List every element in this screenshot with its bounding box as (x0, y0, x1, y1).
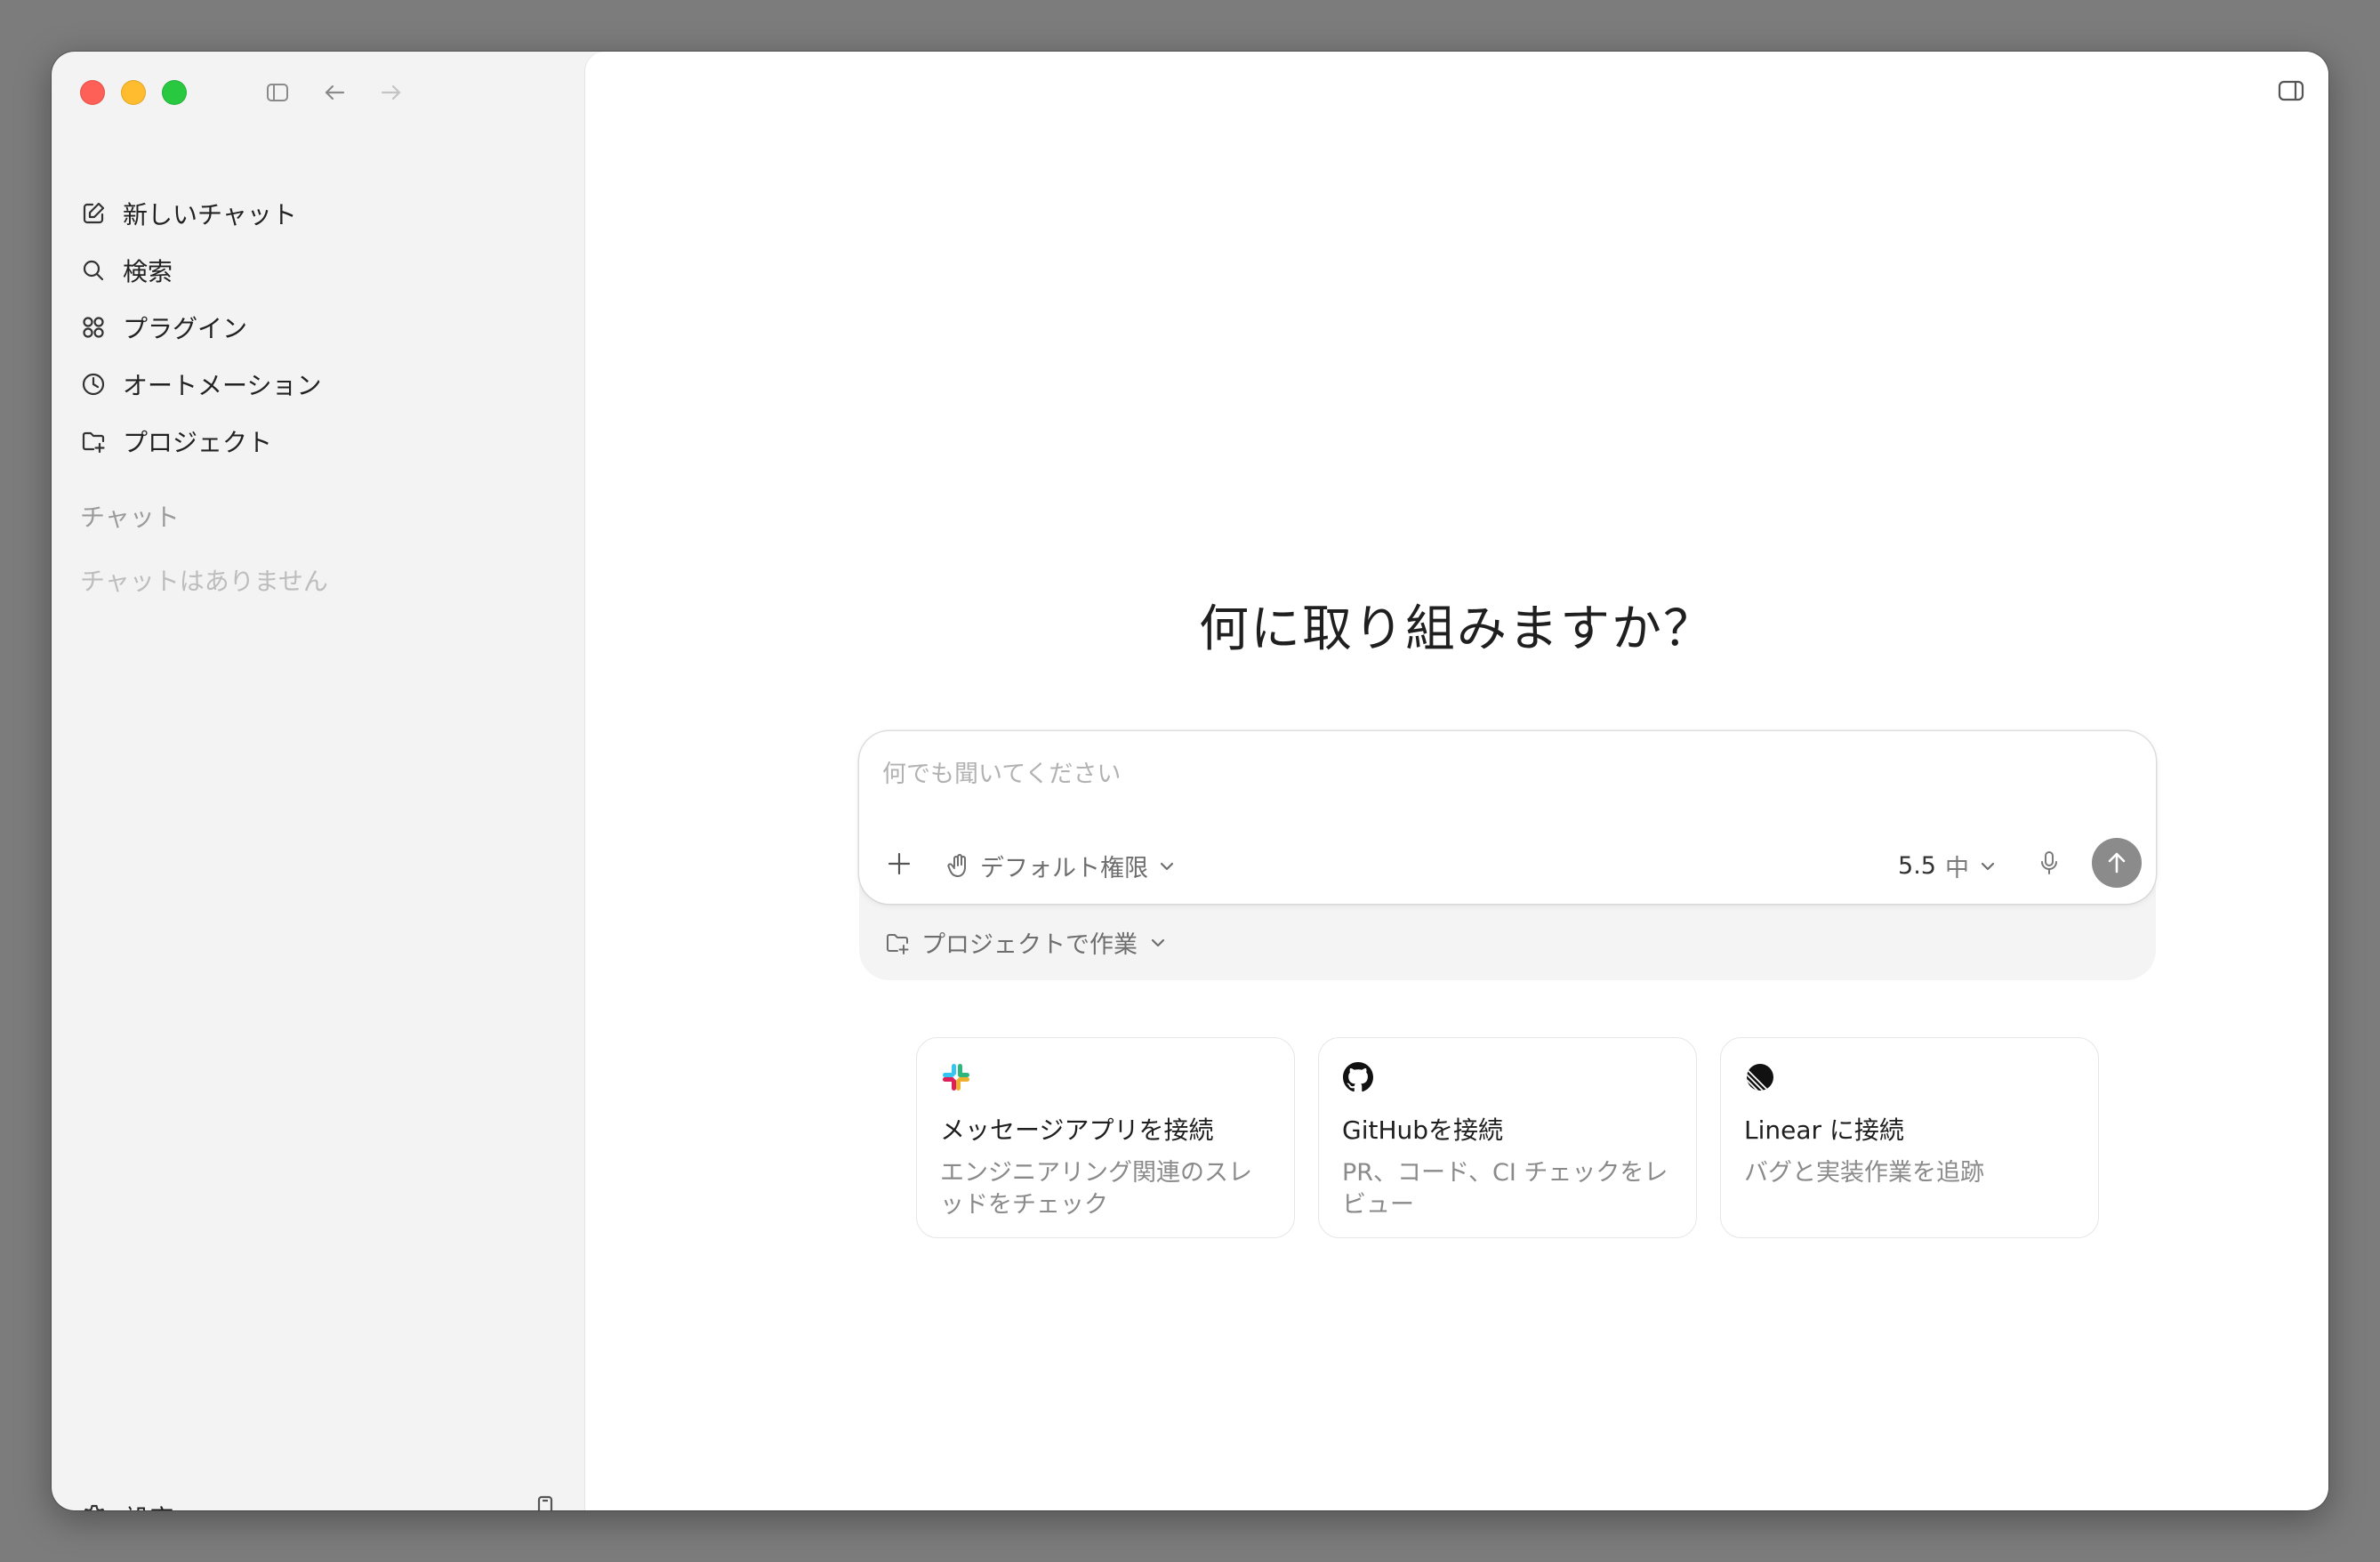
sidebar-nav: 新しいチャット 検索 プラグイン オートメーション プロジェクト (80, 185, 560, 470)
model-selector[interactable]: 5.5 中 (1898, 849, 1998, 883)
card-title: Linear に接続 (1744, 1115, 1904, 1145)
prompt-input[interactable]: 何でも聞いてください (882, 754, 1121, 789)
card-description: PR、コード、CI チェックをレビュー (1342, 1159, 1668, 1219)
right-panel-toggle-icon[interactable] (2277, 76, 2305, 109)
chats-section-label: チャット (80, 503, 180, 532)
chevron-down-icon (1160, 862, 1174, 870)
chevron-down-icon (1981, 862, 1995, 870)
project-label: プロジェクトで作業 (921, 931, 1138, 959)
page-title: 何に取り組みますか？ (1199, 600, 1715, 658)
settings-label: 設定 (125, 1500, 174, 1510)
sidebar-item-label: 新しいチャット (123, 200, 297, 229)
settings-button[interactable]: 設定 (80, 1500, 174, 1510)
composer-container: 何でも聞いてください デフォルト権限 5.5 中 プロジェクトで作業 (859, 731, 2156, 980)
gear-icon (84, 1504, 105, 1510)
microphone-icon (2041, 851, 2057, 874)
minimize-button[interactable] (121, 80, 146, 105)
grid-icon (83, 317, 104, 338)
search-icon (83, 260, 104, 281)
card-description: エンジニアリング関連のスレッドをチェック (940, 1159, 1252, 1219)
sidebar-item-label: プラグイン (123, 314, 248, 343)
suggestion-cards: メッセージアプリを接続 エンジニアリング関連のスレッドをチェック GitHubを… (916, 1037, 2099, 1238)
sidebar-item-projects[interactable]: プロジェクト (80, 413, 560, 470)
github-icon (1342, 1061, 1374, 1093)
project-dropdown[interactable]: プロジェクトで作業 (884, 925, 1168, 960)
effort-level: 中 (1945, 855, 1969, 882)
card-title: GitHubを接続 (1342, 1115, 1504, 1145)
connect-slack-card[interactable]: メッセージアプリを接続 エンジニアリング関連のスレッドをチェック (916, 1037, 1295, 1238)
card-description: バグと実装作業を追跡 (1744, 1159, 1984, 1187)
connect-linear-card[interactable]: Linear に接続 バグと実装作業を追跡 (1720, 1037, 2099, 1238)
sidebar-item-new-chat[interactable]: 新しいチャット (80, 185, 560, 242)
app-window: 新しいチャット 検索 プラグイン オートメーション プロジェクト チャット チャ… (52, 52, 2328, 1510)
folder-add-icon (887, 933, 909, 954)
permission-label: デフォルト権限 (980, 855, 1148, 882)
hand-icon (947, 853, 966, 877)
sidebar-item-automation[interactable]: オートメーション (80, 356, 560, 413)
back-arrow-icon[interactable] (318, 76, 350, 109)
arrow-up-icon (2108, 852, 2126, 874)
sidebar-item-label: オートメーション (123, 371, 322, 400)
model-version: 5.5 (1898, 852, 1936, 880)
sidebar-item-label: 検索 (123, 257, 173, 286)
slack-icon (940, 1061, 972, 1093)
plus-icon (888, 852, 911, 875)
main-panel: 何に取り組みますか？ 何でも聞いてください デフォルト権限 5.5 中 プロジェ… (585, 52, 2328, 1510)
permission-dropdown[interactable]: デフォルト権限 (946, 849, 1177, 883)
edit-icon (83, 202, 105, 224)
no-chats-label: チャットはありません (80, 567, 328, 596)
zoom-button[interactable] (162, 80, 187, 105)
phone-icon[interactable] (532, 1494, 559, 1510)
microphone-button[interactable] (2031, 845, 2067, 881)
clock-icon (82, 373, 105, 396)
sidebar-item-search[interactable]: 検索 (80, 242, 560, 299)
sidebar-item-plugins[interactable]: プラグイン (80, 299, 560, 356)
chevron-down-icon (1151, 938, 1165, 946)
folder-add-icon (82, 431, 105, 454)
window-controls (80, 80, 187, 105)
sidebar: 新しいチャット 検索 プラグイン オートメーション プロジェクト チャット チャ… (52, 52, 585, 1510)
card-title: メッセージアプリを接続 (940, 1115, 1214, 1145)
send-button[interactable] (2092, 838, 2142, 888)
close-button[interactable] (80, 80, 105, 105)
sidebar-toggle-icon[interactable] (261, 76, 293, 109)
forward-arrow-icon[interactable] (375, 76, 407, 109)
sidebar-item-label: プロジェクト (123, 428, 273, 457)
add-attachment-button[interactable] (880, 845, 918, 882)
linear-icon (1744, 1061, 1776, 1093)
connect-github-card[interactable]: GitHubを接続 PR、コード、CI チェックをレビュー (1318, 1037, 1697, 1238)
composer: 何でも聞いてください デフォルト権限 5.5 中 (859, 731, 2156, 904)
